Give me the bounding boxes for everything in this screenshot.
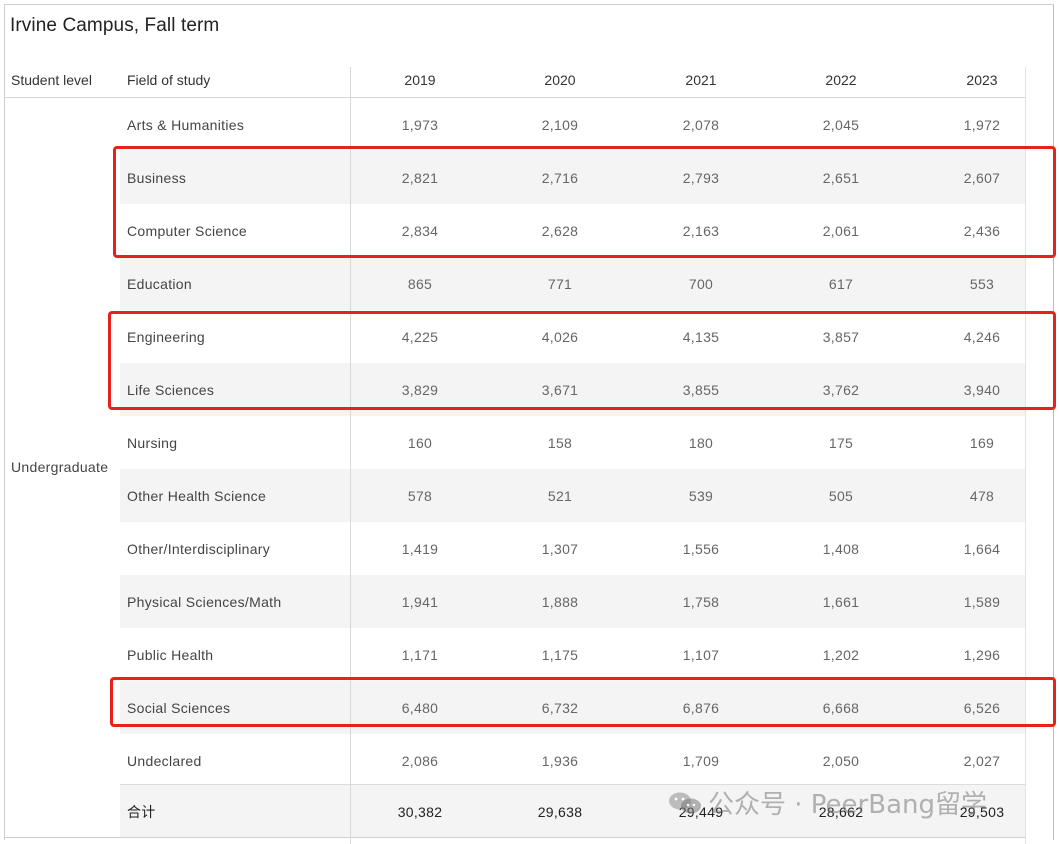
field-name-cell[interactable]: Education [127,257,192,310]
value-cell[interactable]: 1,556 [631,522,771,575]
header-year-2020[interactable]: 2020 [490,72,630,88]
field-name-cell[interactable]: Other Health Science [127,469,266,522]
value-cell[interactable]: 2,078 [631,98,771,151]
value-cell[interactable]: 2,050 [771,734,911,787]
value-cell[interactable]: 1,171 [350,628,490,681]
value-cell[interactable]: 175 [771,416,911,469]
value-cell[interactable]: 1,936 [490,734,630,787]
value-cell[interactable]: 169 [912,416,1052,469]
field-name-cell[interactable]: Public Health [127,628,213,681]
value-cell[interactable]: 1,107 [631,628,771,681]
table-row[interactable]: Arts & Humanities 1,973 2,109 2,078 2,045 1,9… [120,98,1026,151]
value-cell[interactable]: 1,589 [912,575,1052,628]
value-cell[interactable]: 160 [350,416,490,469]
page-title: Irvine Campus, Fall term [10,15,220,36]
header-year-2022[interactable]: 2022 [771,72,911,88]
value-cell[interactable]: 1,408 [771,522,911,575]
value-cell[interactable]: 553 [912,257,1052,310]
header-student-level[interactable]: Student level [11,72,92,88]
total-label[interactable]: 合计 [127,785,156,838]
table-row[interactable]: Public Health 1,171 1,175 1,107 1,202 1,296 [120,628,1026,681]
value-cell[interactable]: 1,175 [490,628,630,681]
table-row[interactable]: Physical Sciences/Math 1,941 1,888 1,758 1,6… [120,575,1026,628]
header-field-of-study[interactable]: Field of study [127,72,210,88]
header-year-2023[interactable]: 2023 [912,72,1052,88]
value-cell[interactable]: 478 [912,469,1052,522]
table-row[interactable]: Education 865 771 700 617 553 [120,257,1026,310]
value-cell[interactable]: 1,661 [771,575,911,628]
total-value-cell[interactable]: 29,638 [490,785,630,838]
value-cell[interactable]: 180 [631,416,771,469]
field-name-cell[interactable]: Arts & Humanities [127,98,244,151]
value-cell[interactable]: 1,758 [631,575,771,628]
value-cell[interactable]: 539 [631,469,771,522]
value-cell[interactable]: 1,202 [771,628,911,681]
value-cell[interactable]: 1,888 [490,575,630,628]
value-cell[interactable]: 865 [350,257,490,310]
value-cell[interactable]: 2,027 [912,734,1052,787]
table-row[interactable]: Undeclared 2,086 1,936 1,709 2,050 2,027 [120,734,1026,787]
header-year-2019[interactable]: 2019 [350,72,490,88]
watermark-text: 公众号 · PeerBang留学 [708,790,987,820]
value-cell[interactable]: 771 [490,257,630,310]
value-cell[interactable]: 2,086 [350,734,490,787]
watermark: 公众号 · PeerBang留学 [668,784,987,821]
value-cell[interactable]: 505 [771,469,911,522]
value-cell[interactable]: 578 [350,469,490,522]
highlight-box-business-cs [113,146,1056,258]
student-level-label[interactable]: Undergraduate [11,459,108,475]
value-cell[interactable]: 1,941 [350,575,490,628]
table-row[interactable]: Nursing 160 158 180 175 169 [120,416,1026,469]
value-cell[interactable]: 617 [771,257,911,310]
wechat-icon [668,791,702,815]
table-row[interactable]: Other/Interdisciplinary 1,419 1,307 1,556 1,… [120,522,1026,575]
value-cell[interactable]: 1,709 [631,734,771,787]
value-cell[interactable]: 2,109 [490,98,630,151]
total-value-cell[interactable]: 30,382 [350,785,490,838]
value-cell[interactable]: 1,664 [912,522,1052,575]
field-name-cell[interactable]: Nursing [127,416,177,469]
value-cell[interactable]: 521 [490,469,630,522]
highlight-box-engineering-life [108,311,1056,410]
table-row[interactable]: Other Health Science 578 521 539 505 478 [120,469,1026,522]
field-name-cell[interactable]: Undeclared [127,734,202,787]
value-cell[interactable]: 700 [631,257,771,310]
value-cell[interactable]: 1,307 [490,522,630,575]
value-cell[interactable]: 1,972 [912,98,1052,151]
field-name-cell[interactable]: Physical Sciences/Math [127,575,281,628]
bottom-divider [4,837,1026,838]
header-year-2021[interactable]: 2021 [631,72,771,88]
value-cell[interactable]: 1,973 [350,98,490,151]
highlight-box-social-sciences [110,677,1056,727]
value-cell[interactable]: 158 [490,416,630,469]
value-cell[interactable]: 1,419 [350,522,490,575]
value-cell[interactable]: 2,045 [771,98,911,151]
field-name-cell[interactable]: Other/Interdisciplinary [127,522,270,575]
value-cell[interactable]: 1,296 [912,628,1052,681]
